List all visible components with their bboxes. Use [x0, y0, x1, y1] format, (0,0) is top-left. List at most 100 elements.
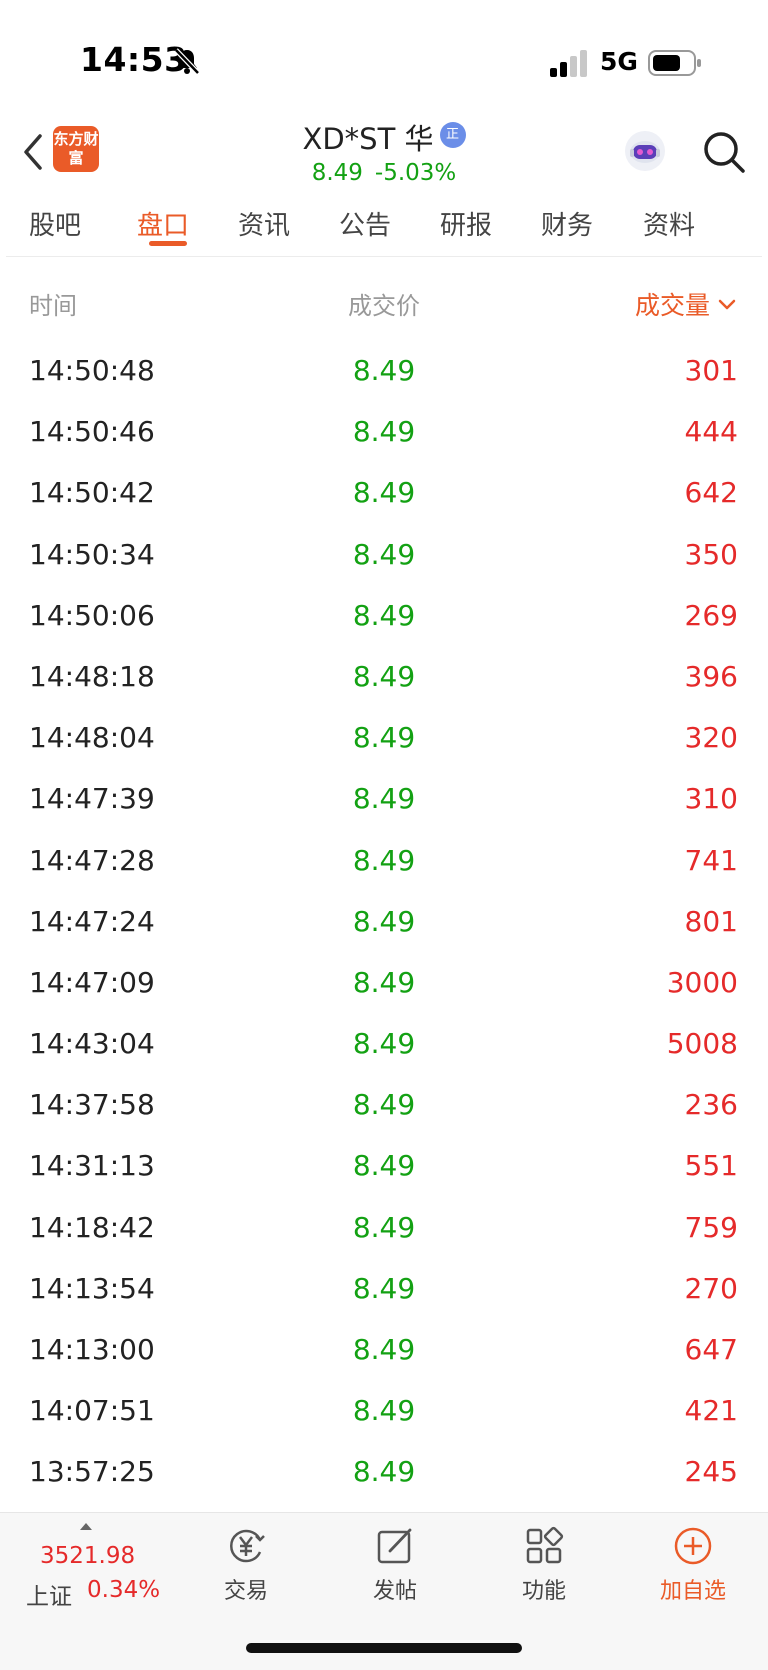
- trade-price: 8.49: [352, 1333, 416, 1366]
- trade-price: 8.49: [352, 1027, 416, 1061]
- trade-volume: 301: [684, 354, 738, 387]
- nav-functions[interactable]: 功能: [489, 1525, 599, 1605]
- trade-row: 14:07:51 8.49 421: [0, 1382, 768, 1443]
- trade-price: 8.49: [352, 721, 416, 755]
- network-label: 5G: [600, 47, 638, 76]
- search-icon[interactable]: [700, 128, 748, 176]
- trade-row: 14:31:13 8.49 551: [0, 1137, 768, 1198]
- trade-price: 8.49: [352, 1271, 416, 1305]
- index-value: 3521.98: [40, 1543, 136, 1569]
- nav-trade[interactable]: 交易: [191, 1525, 301, 1605]
- trade-price: 8.49: [352, 537, 416, 571]
- trade-volume: 3000: [666, 965, 738, 999]
- nav-post-label: 发帖: [372, 1579, 417, 1604]
- status-bar: 14:53 5G: [0, 0, 768, 110]
- trade-row: 14:37:58 8.49 236: [0, 1076, 768, 1137]
- trade-volume: 759: [684, 1210, 738, 1244]
- nav-post[interactable]: 发帖: [340, 1525, 450, 1605]
- trade-row: 14:50:06 8.49 269: [0, 587, 768, 648]
- trade-price: 8.49: [352, 843, 416, 877]
- trade-volume: 5008: [666, 1027, 738, 1061]
- trade-volume: 236: [684, 1088, 738, 1122]
- section-tabs: 股吧 盘口 资讯 公告 研报 财务 资料: [6, 195, 762, 257]
- trade-price: 8.49: [352, 782, 416, 816]
- trade-price: 8.49: [352, 354, 416, 387]
- tab-research[interactable]: 研报: [421, 205, 511, 242]
- trade-price: 8.49: [352, 415, 416, 449]
- stock-header: 东方财富 XD*ST 华正 8.49 -5.03%: [0, 110, 768, 192]
- trade-price: 8.49: [352, 659, 416, 693]
- trade-price: 8.49: [352, 1088, 416, 1122]
- tab-news[interactable]: 资讯: [219, 205, 309, 242]
- trade-row: 14:47:28 8.49 741: [0, 832, 768, 893]
- trade-price: 8.49: [352, 476, 416, 510]
- chevron-down-icon: [718, 299, 736, 310]
- trade-row: 14:50:46 8.49 444: [0, 403, 768, 464]
- trade-volume: 444: [684, 415, 738, 449]
- expand-up-icon: [80, 1523, 92, 1530]
- trade-list: 14:50:48 8.49 301 14:50:46 8.49 444 14:50:42 8.…: [0, 342, 768, 1505]
- index-change: 0.34%: [87, 1577, 161, 1603]
- trade-volume: 245: [684, 1455, 738, 1489]
- active-tab-indicator: [149, 241, 187, 246]
- trade-row: 14:18:42 8.49 759: [0, 1199, 768, 1260]
- trade-row: 14:50:34 8.49 350: [0, 526, 768, 587]
- column-volume-label: 成交量: [634, 291, 710, 320]
- signal-icon: [550, 50, 587, 77]
- trade-price: 8.49: [352, 1455, 416, 1489]
- trade-row: 14:48:04 8.49 320: [0, 709, 768, 770]
- nav-add-watchlist[interactable]: 加自选: [638, 1525, 748, 1605]
- trade-price: 8.49: [352, 598, 416, 632]
- trade-volume: 642: [684, 476, 738, 510]
- tab-pankou[interactable]: 盘口: [118, 205, 208, 242]
- nav-trade-label: 交易: [223, 1579, 268, 1604]
- trade-row: 14:50:42 8.49 642: [0, 464, 768, 525]
- trade-price: 8.49: [352, 1210, 416, 1244]
- tab-finance[interactable]: 财务: [522, 205, 612, 242]
- column-volume-sort[interactable]: 成交量: [635, 286, 736, 322]
- stock-name: XD*ST 华: [302, 122, 434, 156]
- trade-volume: 269: [684, 598, 738, 632]
- trade-price: 8.49: [352, 1394, 416, 1428]
- trade-row: 14:47:09 8.49 3000: [0, 954, 768, 1015]
- trade-volume: 270: [684, 1271, 738, 1305]
- trade-volume: 551: [684, 1149, 738, 1183]
- trade-price: 8.49: [352, 1149, 416, 1183]
- trade-volume: 320: [684, 721, 738, 755]
- add-circle-icon: [674, 1527, 712, 1565]
- compose-icon: [377, 1528, 412, 1564]
- market-index[interactable]: 3521.98 上证 0.34%: [24, 1519, 174, 1610]
- trade-volume: 421: [684, 1394, 738, 1428]
- battery-icon: [648, 50, 701, 76]
- stock-price: 8.49: [311, 160, 363, 186]
- trade-table-header: 时间 成交价 成交量: [0, 282, 768, 326]
- tab-guba[interactable]: 股吧: [10, 205, 100, 242]
- trade-row: 14:13:54 8.49 270: [0, 1260, 768, 1321]
- trade-volume: 741: [684, 843, 738, 877]
- apps-grid-icon: [526, 1526, 564, 1564]
- trade-row: 13:57:25 8.49 245: [0, 1443, 768, 1504]
- trade-volume: 396: [684, 659, 738, 693]
- nav-add-watchlist-label: 加自选: [659, 1579, 726, 1604]
- trade-volume: 350: [684, 537, 738, 571]
- trade-volume: 310: [684, 782, 738, 816]
- trade-row: 14:50:48 8.49 301: [0, 342, 768, 403]
- bell-muted-icon: [174, 48, 200, 75]
- trade-row: 14:47:39 8.49 310: [0, 770, 768, 831]
- tab-profile[interactable]: 资料: [624, 205, 714, 242]
- index-name: 上证: [26, 1584, 72, 1610]
- verified-badge-icon: 正: [439, 122, 466, 148]
- trade-price: 8.49: [352, 965, 416, 999]
- trade-row: 14:47:24 8.49 801: [0, 893, 768, 954]
- stock-change: -5.03%: [374, 160, 457, 186]
- robot-assistant-icon[interactable]: [620, 126, 670, 176]
- trade-volume: 801: [684, 904, 738, 938]
- trade-row: 14:13:00 8.49 647: [0, 1321, 768, 1382]
- trade-volume: 647: [684, 1333, 738, 1366]
- trade-row: 14:48:18 8.49 396: [0, 648, 768, 709]
- trade-yen-icon: [230, 1529, 265, 1563]
- home-indicator: [246, 1643, 522, 1653]
- trade-row: 14:43:04 8.49 5008: [0, 1015, 768, 1076]
- tab-announcements[interactable]: 公告: [320, 205, 410, 242]
- trade-price: 8.49: [352, 904, 416, 938]
